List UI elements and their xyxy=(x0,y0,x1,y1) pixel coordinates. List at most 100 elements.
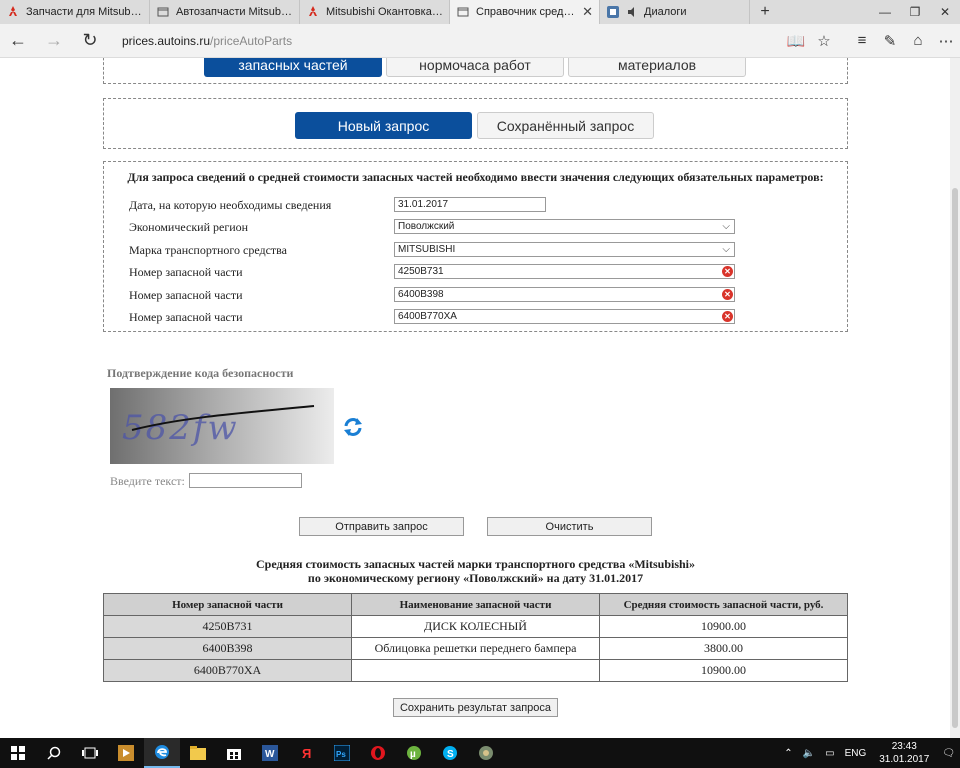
table-header-row: Номер запасной части Наименование запасн… xyxy=(103,593,848,616)
file-explorer-icon[interactable] xyxy=(180,738,216,768)
task-view-icon[interactable] xyxy=(72,738,108,768)
reading-view-icon[interactable]: 📖 xyxy=(782,24,810,58)
clock[interactable]: 23:43 31.01.2017 xyxy=(879,740,929,766)
new-tab-button[interactable]: + xyxy=(750,0,780,24)
clear-field-icon[interactable]: ✕ xyxy=(722,311,733,322)
browser-tab-1[interactable]: Запчасти для Mitsubishi La xyxy=(0,0,150,24)
column-header-price: Средняя стоимость запасной части, руб. xyxy=(599,593,848,616)
browser-tab-4-label: Справочник средней с xyxy=(476,6,579,18)
close-window-icon[interactable]: ✕ xyxy=(930,0,960,24)
brand-select-value: MITSUBISHI xyxy=(398,244,456,255)
notifications-icon[interactable]: 🗨 xyxy=(942,748,955,759)
close-tab-icon[interactable]: ✕ xyxy=(582,4,593,20)
region-select[interactable]: Поволжский ⌵ xyxy=(394,219,735,234)
vk-icon xyxy=(606,5,620,19)
part-number-input-1[interactable]: 4250B731 ✕ xyxy=(394,264,735,279)
column-header-number: Номер запасной части xyxy=(103,593,352,616)
field-label-part-number-3: Номер запасной части xyxy=(129,310,243,324)
field-label-date: Дата, на которую необходимы сведения xyxy=(129,198,332,212)
clear-button[interactable]: Очистить xyxy=(487,517,652,536)
page-icon xyxy=(456,5,470,19)
svg-text:S: S xyxy=(447,749,454,760)
url-field[interactable]: prices.autoins.ru/priceAutoParts xyxy=(122,34,782,48)
tab-saved-request[interactable]: Сохранённый запрос xyxy=(477,112,654,139)
field-label-part-number-1: Номер запасной части xyxy=(129,265,243,279)
captcha-enter-label: Введите текст: xyxy=(110,474,185,488)
captcha-title: Подтверждение кода безопасности xyxy=(107,366,294,380)
svg-text:Ps: Ps xyxy=(336,750,346,759)
page-content: запасных частей нормочаса работ материал… xyxy=(0,58,960,738)
table-row: 6400B770XA 10900.00 xyxy=(103,659,848,682)
tab-new-request[interactable]: Новый запрос xyxy=(295,112,472,139)
cell-price: 10900.00 xyxy=(599,615,848,638)
region-select-value: Поволжский xyxy=(398,221,455,232)
store-icon[interactable] xyxy=(216,738,252,768)
restore-icon[interactable]: ❐ xyxy=(900,0,930,24)
browser-tab-2-label: Автозапчасти Mitsubishi - . xyxy=(176,6,293,18)
tab-materials[interactable]: материалов xyxy=(568,58,746,77)
tab-labor-hour[interactable]: нормочаса работ xyxy=(386,58,564,77)
vertical-scrollbar[interactable] xyxy=(950,58,960,738)
field-label-region: Экономический регион xyxy=(129,220,249,234)
browser-tab-3-label: Mitsubishi Окантовка реше xyxy=(326,6,443,18)
cell-part-name: ДИСК КОЛЕСНЫЙ xyxy=(351,615,600,638)
mitsubishi-logo-icon xyxy=(306,5,320,19)
submit-request-button[interactable]: Отправить запрос xyxy=(299,517,464,536)
game-icon[interactable] xyxy=(468,738,504,768)
utorrent-icon[interactable]: µ xyxy=(396,738,432,768)
hub-icon[interactable]: ≡ xyxy=(848,24,876,58)
cell-part-number: 4250B731 xyxy=(103,615,352,638)
tab-spare-parts[interactable]: запасных частей xyxy=(204,58,382,77)
opera-icon[interactable] xyxy=(360,738,396,768)
browser-tab-5[interactable]: Диалоги xyxy=(600,0,750,24)
browser-tab-3[interactable]: Mitsubishi Окантовка реше xyxy=(300,0,450,24)
media-player-icon[interactable] xyxy=(108,738,144,768)
captcha-input[interactable] xyxy=(189,473,302,488)
network-icon[interactable]: ▭ xyxy=(825,748,834,759)
clear-field-icon[interactable]: ✕ xyxy=(722,289,733,300)
word-icon[interactable]: W xyxy=(252,738,288,768)
yandex-browser-icon[interactable]: Я xyxy=(288,738,324,768)
back-arrow-icon[interactable]: ← xyxy=(0,24,36,58)
window-controls: — ❐ ✕ xyxy=(870,0,960,24)
part-number-input-2[interactable]: 6400B398 ✕ xyxy=(394,287,735,302)
table-row: 6400B398 Облицовка решетки переднего бам… xyxy=(103,637,848,660)
results-title-line2: по экономическому региону «Поволжский» н… xyxy=(307,571,644,585)
more-icon[interactable]: ⋯ xyxy=(932,24,960,58)
volume-icon[interactable]: 🔈 xyxy=(803,748,815,759)
brand-select[interactable]: MITSUBISHI ⌵ xyxy=(394,242,735,257)
tray-overflow-icon[interactable]: ⌃ xyxy=(784,748,792,759)
mitsubishi-logo-icon xyxy=(6,5,20,19)
skype-icon[interactable]: S xyxy=(432,738,468,768)
taskbar: W Я Ps µ S ⌃ 🔈 ▭ ENG 23:43 31.01.2017 🗨 xyxy=(0,738,960,768)
share-icon[interactable]: ⌂ xyxy=(904,24,932,58)
refresh-captcha-icon[interactable] xyxy=(342,416,364,438)
refresh-icon[interactable]: ↻ xyxy=(72,24,108,58)
photoshop-icon[interactable]: Ps xyxy=(324,738,360,768)
cell-part-name xyxy=(351,659,600,682)
part-number-value-1: 4250B731 xyxy=(398,266,444,277)
favorite-star-icon[interactable]: ☆ xyxy=(810,24,838,58)
url-path: /priceAutoParts xyxy=(210,33,293,48)
minimize-icon[interactable]: — xyxy=(870,0,900,24)
part-number-input-3[interactable]: 6400B770XA ✕ xyxy=(394,309,735,324)
web-note-icon[interactable]: ✎ xyxy=(876,24,904,58)
tab-strip: Запчасти для Mitsubishi La Автозапчасти … xyxy=(0,0,960,24)
cell-part-name: Облицовка решетки переднего бампера xyxy=(351,637,600,660)
clear-field-icon[interactable]: ✕ xyxy=(722,266,733,277)
edge-browser-icon[interactable] xyxy=(144,738,180,768)
field-label-brand: Марка транспортного средства xyxy=(129,243,287,257)
part-number-value-2: 6400B398 xyxy=(398,289,444,300)
clock-date: 31.01.2017 xyxy=(879,754,930,765)
browser-tab-4[interactable]: Справочник средней с ✕ xyxy=(450,0,600,24)
save-result-button[interactable]: Сохранить результат запроса xyxy=(393,698,558,717)
windows-start-icon[interactable] xyxy=(0,738,36,768)
date-input[interactable]: 31.01.2017 xyxy=(394,197,546,212)
browser-tab-1-label: Запчасти для Mitsubishi La xyxy=(26,6,143,18)
search-icon[interactable] xyxy=(36,738,72,768)
results-table: Номер запасной части Наименование запасн… xyxy=(103,593,848,682)
scrollbar-thumb[interactable] xyxy=(952,188,958,728)
language-indicator[interactable]: ENG xyxy=(845,748,867,759)
browser-tab-2[interactable]: Автозапчасти Mitsubishi - . xyxy=(150,0,300,24)
forward-arrow-icon[interactable]: → xyxy=(36,24,72,58)
